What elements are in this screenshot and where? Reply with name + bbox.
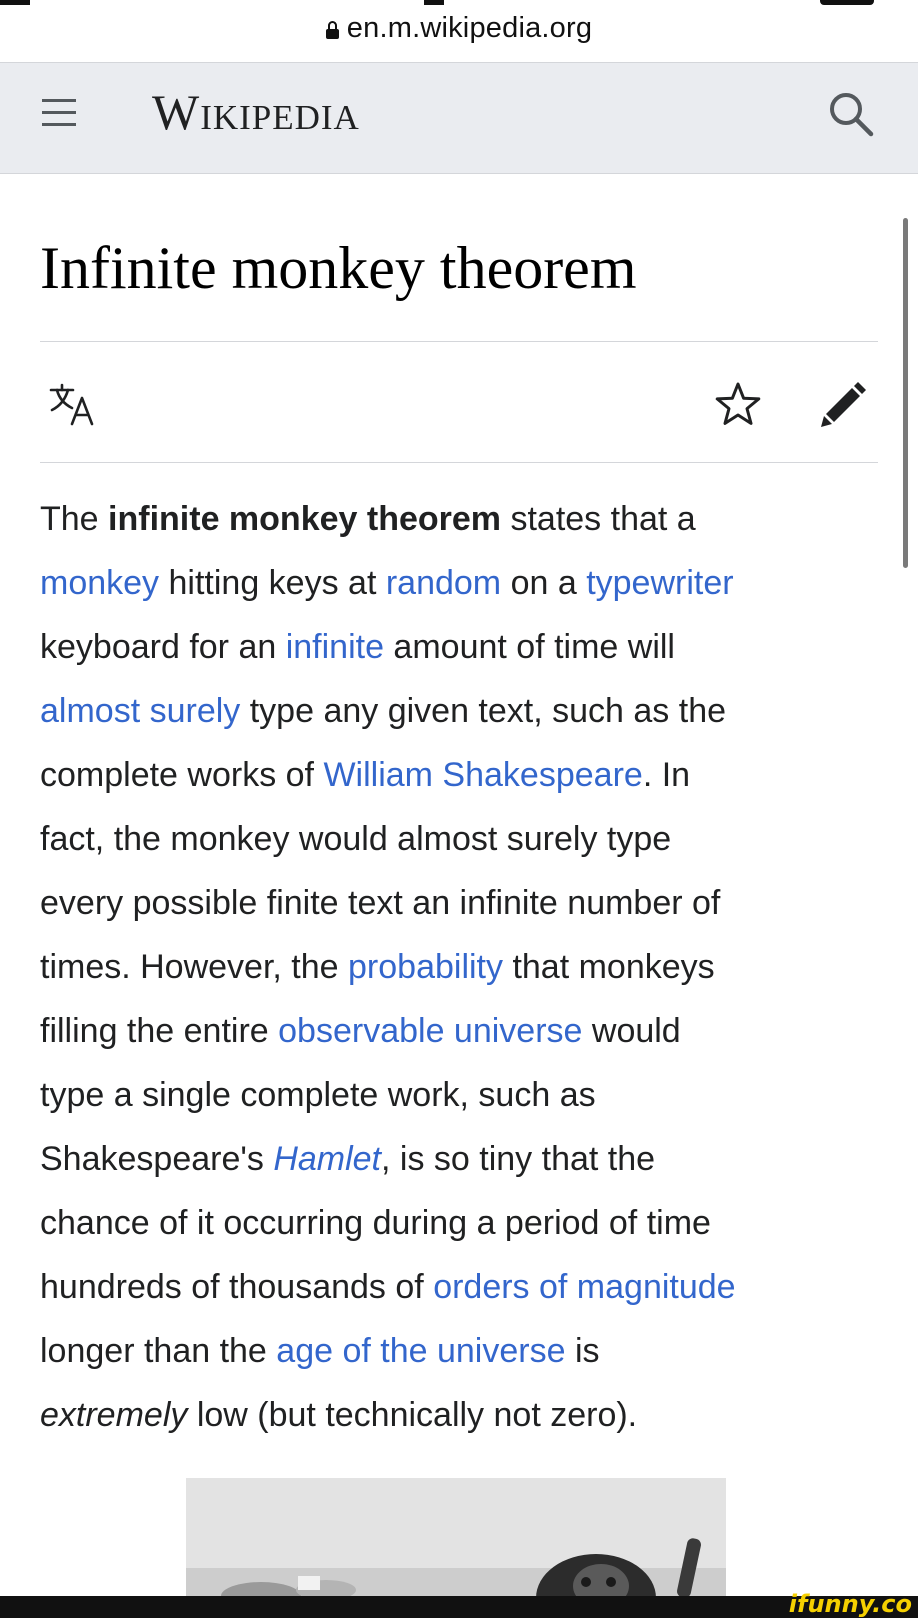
paragraph-text: fact, the monkey would almost surely typ…: [40, 820, 672, 858]
paragraph-text: type any given text, such as the: [240, 692, 727, 730]
article-link[interactable]: monkey: [40, 564, 159, 602]
paragraph-text: longer than the: [40, 1332, 277, 1370]
paragraph-line: keyboard for an infinite amount of time …: [40, 615, 885, 679]
paragraph-text: times. However, the: [40, 948, 349, 986]
paragraph-line: almost surely type any given text, such …: [40, 679, 885, 743]
paragraph-line: Shakespeare's Hamlet, is so tiny that th…: [40, 1127, 885, 1191]
paragraph-text: amount of time will: [383, 628, 675, 666]
url-display[interactable]: en.m.wikipedia.org: [0, 12, 918, 45]
paragraph-line: fact, the monkey would almost surely typ…: [40, 807, 885, 871]
title-divider: [40, 341, 878, 342]
paragraph-line: filling the entire observable universe w…: [40, 999, 885, 1063]
paragraph-text: chance of it occurring during a period o…: [40, 1204, 711, 1242]
paragraph-text: Shakespeare's: [40, 1140, 274, 1178]
paragraph-text: is: [565, 1332, 600, 1370]
footer-bar: [0, 1596, 918, 1618]
paragraph-line: complete works of William Shakespeare. I…: [40, 743, 885, 807]
paragraph-text: The: [40, 500, 109, 538]
language-icon[interactable]: [48, 382, 100, 426]
edit-icon[interactable]: [816, 378, 868, 430]
paragraph-line: hundreds of thousands of orders of magni…: [40, 1255, 885, 1319]
paragraph-line: longer than the age of the universe is: [40, 1319, 885, 1383]
article-link[interactable]: probability: [348, 948, 503, 986]
paragraph-text: filling the entire: [40, 1012, 279, 1050]
paragraph-line: chance of it occurring during a period o…: [40, 1191, 885, 1255]
article-link[interactable]: random: [386, 564, 501, 602]
status-bar-fragment: [0, 0, 30, 5]
menu-icon[interactable]: [40, 93, 80, 133]
paragraph-text: hitting keys at: [159, 564, 386, 602]
paragraph-text: . In: [642, 756, 691, 794]
paragraph-line: every possible finite text an infinite n…: [40, 871, 885, 935]
article-link[interactable]: almost surely: [40, 692, 240, 730]
paragraph-line: monkey hitting keys at random on a typew…: [40, 551, 885, 615]
paragraph-text: , is so tiny that the: [381, 1140, 656, 1178]
article-link[interactable]: typewriter: [586, 564, 733, 602]
article-link[interactable]: William Shakespeare: [323, 756, 642, 794]
article-link[interactable]: orders of magnitude: [433, 1268, 735, 1306]
star-icon[interactable]: [714, 380, 762, 428]
ifunny-watermark: ifunny.co: [788, 1590, 912, 1618]
status-bar-fragment: [424, 0, 444, 5]
paragraph-text: low (but technically not zero).: [187, 1396, 638, 1434]
search-icon[interactable]: [826, 89, 876, 139]
paragraph-text: that monkeys: [503, 948, 715, 986]
site-header: Wikipedia: [0, 62, 918, 174]
bold-term: infinite monkey theorem: [108, 500, 502, 538]
page-title: Infinite monkey theorem: [40, 235, 637, 301]
status-bar-fragment: [820, 0, 874, 5]
lock-icon: [325, 21, 339, 39]
article-link[interactable]: age of the universe: [276, 1332, 565, 1370]
paragraph-line: The infinite monkey theorem states that …: [40, 487, 885, 551]
paragraph-text: type a single complete work, such as: [40, 1076, 596, 1114]
actions-divider: [40, 462, 878, 463]
article-link[interactable]: Hamlet: [273, 1140, 381, 1178]
paragraph-text: hundreds of thousands of: [40, 1268, 434, 1306]
paragraph-text: on a: [501, 564, 587, 602]
article-link[interactable]: infinite: [286, 628, 384, 666]
browser-url-bar[interactable]: en.m.wikipedia.org: [0, 0, 918, 62]
paragraph-text: complete works of: [40, 756, 324, 794]
paragraph-line: extremely low (but technically not zero)…: [40, 1383, 885, 1447]
article-link[interactable]: observable universe: [278, 1012, 582, 1050]
paragraph-text: extremely: [40, 1396, 188, 1434]
scrollbar[interactable]: [903, 218, 908, 568]
article-intro-paragraph: The infinite monkey theorem states that …: [40, 487, 885, 1447]
paragraph-text: states that a: [501, 500, 696, 538]
url-text: en.m.wikipedia.org: [346, 12, 593, 44]
paragraph-text: keyboard for an: [40, 628, 286, 666]
wikipedia-wordmark[interactable]: Wikipedia: [152, 83, 360, 141]
paragraph-line: times. However, the probability that mon…: [40, 935, 885, 999]
paragraph-text: every possible finite text an infinite n…: [40, 884, 721, 922]
paragraph-line: type a single complete work, such as: [40, 1063, 885, 1127]
paragraph-text: would: [582, 1012, 681, 1050]
